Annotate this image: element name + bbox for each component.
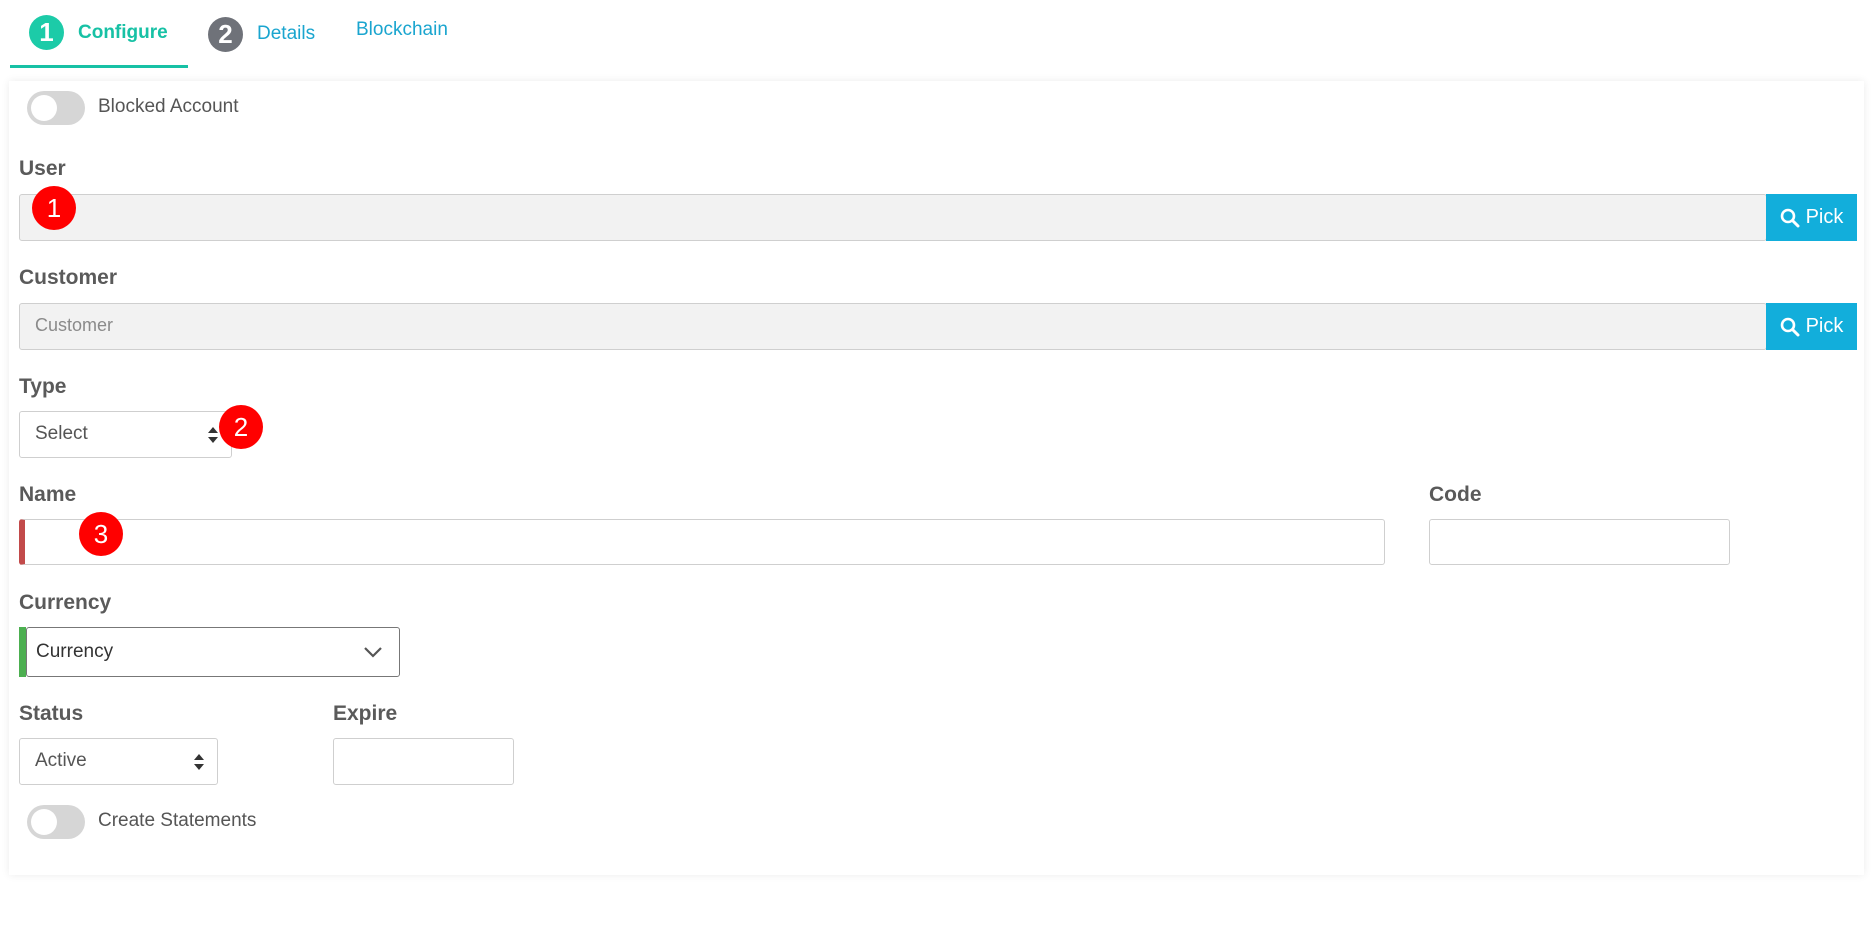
tab-label: Details xyxy=(257,23,316,44)
toggle-knob xyxy=(31,95,57,121)
blocked-account-toggle[interactable] xyxy=(27,91,85,125)
create-statements-label: Create Statements xyxy=(98,810,257,831)
updown-arrows-icon xyxy=(208,427,218,443)
type-select[interactable]: Select xyxy=(19,411,232,458)
user-pick-button[interactable]: Pick xyxy=(1766,194,1857,241)
pick-label: Pick xyxy=(1805,206,1844,228)
status-select-value: Active xyxy=(35,750,87,771)
customer-label: Customer xyxy=(19,266,118,289)
search-icon xyxy=(1780,208,1800,227)
type-label: Type xyxy=(19,375,67,398)
tab-details[interactable]: 2 Details xyxy=(208,0,315,68)
status-label: Status xyxy=(19,702,84,725)
user-input[interactable] xyxy=(19,194,1767,241)
annotation-marker-1: 1 xyxy=(32,186,76,230)
annotation-marker-3: 3 xyxy=(79,512,123,556)
toggle-knob xyxy=(31,809,57,835)
valid-indicator xyxy=(19,627,26,677)
annotation-marker-2: 2 xyxy=(219,405,263,449)
form-panel: Blocked Account User Pick Customer Custo… xyxy=(9,81,1864,875)
code-label: Code xyxy=(1429,483,1482,506)
currency-dropdown[interactable]: Currency xyxy=(26,627,400,677)
step-number-badge: 1 xyxy=(29,15,64,50)
name-label: Name xyxy=(19,483,77,506)
step-number-badge: 2 xyxy=(208,16,243,52)
tab-blockchain[interactable]: Blockchain xyxy=(356,0,448,64)
customer-placeholder: Customer xyxy=(35,315,114,335)
status-select[interactable]: Active xyxy=(19,738,218,785)
tab-label: Blockchain xyxy=(356,19,448,40)
customer-pick-button[interactable]: Pick xyxy=(1766,303,1857,350)
currency-dropdown-value: Currency xyxy=(36,641,114,662)
currency-label: Currency xyxy=(19,591,112,614)
code-input[interactable] xyxy=(1429,519,1730,565)
updown-arrows-icon xyxy=(194,754,204,770)
wizard-tabs: 1 Configure 2 Details Blockchain xyxy=(10,0,1865,68)
chevron-down-icon xyxy=(364,647,382,658)
tab-label: Configure xyxy=(78,21,168,43)
create-statements-toggle[interactable] xyxy=(27,805,85,839)
name-input[interactable] xyxy=(19,519,1385,565)
customer-input[interactable]: Customer xyxy=(19,303,1767,350)
pick-label: Pick xyxy=(1805,315,1844,337)
expire-input[interactable] xyxy=(333,738,514,785)
blocked-account-label: Blocked Account xyxy=(98,96,239,117)
search-icon xyxy=(1780,317,1800,336)
type-select-value: Select xyxy=(35,423,88,444)
tab-configure[interactable]: 1 Configure xyxy=(10,0,188,68)
expire-label: Expire xyxy=(333,702,398,725)
user-label: User xyxy=(19,157,66,180)
